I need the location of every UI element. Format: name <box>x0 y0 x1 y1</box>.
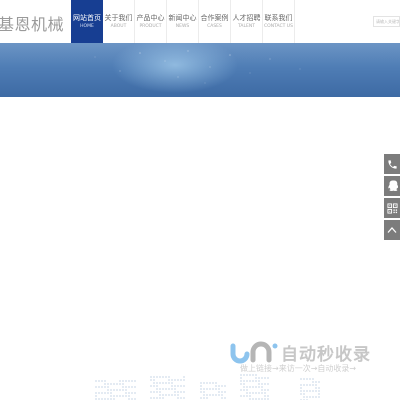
watermark-logo <box>230 341 278 364</box>
nav-item-about[interactable]: 关于我们 ABOUT <box>103 0 135 43</box>
main-nav: 网站首页 HOME 关于我们 ABOUT 产品中心 PRODUCT 新闻中心 N… <box>71 0 295 43</box>
nav-item-sublabel: PRODUCT <box>139 23 162 29</box>
nav-item-news[interactable]: 新闻中心 NEWS <box>167 0 199 43</box>
nav-item-talent[interactable]: 人才招聘 TALENT <box>231 0 263 43</box>
site-logo[interactable]: 基恩机械 <box>0 11 64 35</box>
nav-item-sublabel: CONTACT US <box>264 23 293 29</box>
nav-item-label: 人才招聘 <box>232 13 261 22</box>
qrcode-button[interactable] <box>384 198 400 218</box>
back-to-top-icon <box>387 227 397 233</box>
nav-item-label: 合作案例 <box>200 13 229 22</box>
nav-item-label: 新闻中心 <box>168 13 197 22</box>
hero-banner <box>0 43 400 97</box>
back-to-top-button[interactable] <box>384 220 400 240</box>
nav-item-cases[interactable]: 合作案例 CASES <box>199 0 231 43</box>
nav-item-sublabel: ABOUT <box>110 23 127 29</box>
qq-button[interactable] <box>384 176 400 196</box>
nav-item-contact[interactable]: 联系我们 CONTACT US <box>263 0 295 43</box>
nav-item-sublabel: NEWS <box>175 23 190 29</box>
nav-item-label: 网站首页 <box>73 13 101 22</box>
nav-item-label: 关于我们 <box>104 13 133 22</box>
qq-icon <box>387 180 398 192</box>
nav-item-label: 联系我们 <box>264 13 293 22</box>
banner-sparkles <box>94 50 301 84</box>
nav-item-label: 产品中心 <box>136 13 165 22</box>
nav-item-product[interactable]: 产品中心 PRODUCT <box>135 0 167 43</box>
floating-side-bar <box>384 154 400 242</box>
nav-item-sublabel: TALENT <box>238 23 255 29</box>
phone-button[interactable] <box>384 154 400 174</box>
nav-item-sublabel: HOME <box>80 23 94 29</box>
nav-item-sublabel: CASES <box>207 23 222 29</box>
search-input[interactable]: 请输入关键字 <box>373 16 400 27</box>
site-header: 基恩机械 网站首页 HOME 关于我们 ABOUT 产品中心 PRODUCT 新… <box>0 0 400 43</box>
nav-item-home[interactable]: 网站首页 HOME <box>71 0 103 43</box>
phone-icon <box>387 159 397 169</box>
watermark-title: 自动秒收录 <box>281 345 371 365</box>
qrcode-icon <box>386 202 398 214</box>
world-map-dots <box>95 374 320 400</box>
